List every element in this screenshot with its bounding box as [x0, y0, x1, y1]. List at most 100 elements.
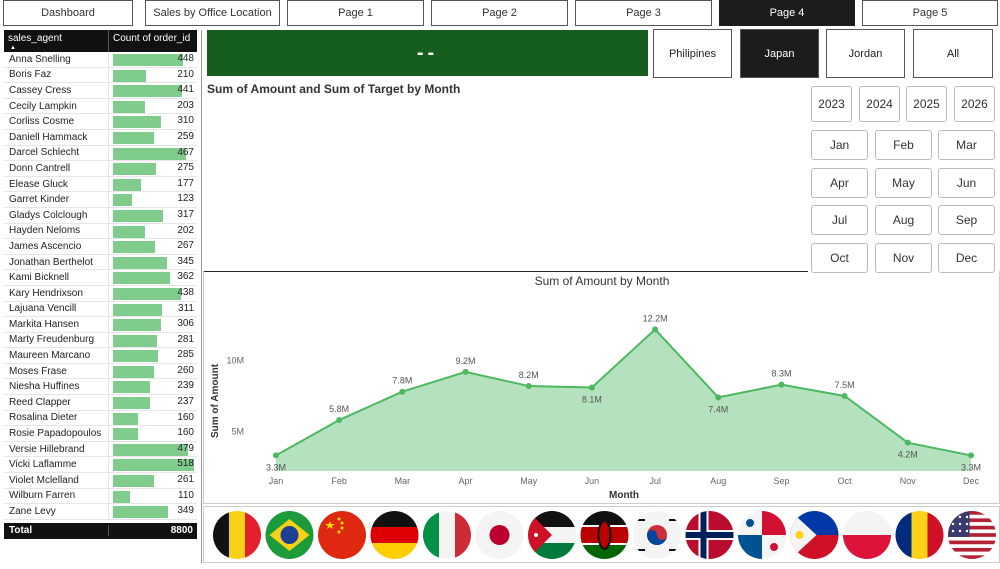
data-point-nov[interactable] — [904, 439, 911, 446]
table-row[interactable]: Donn Cantrell 275 — [4, 161, 197, 177]
nav-button-page-3[interactable]: Page 3 — [575, 0, 712, 26]
table-row[interactable]: Boris Faz 210 — [4, 67, 197, 84]
month-button-dec[interactable]: Dec — [938, 243, 995, 273]
column-header-count[interactable]: Count of order_id — [108, 30, 197, 52]
month-button-mar[interactable]: Mar — [938, 130, 995, 160]
data-label: 3.3M — [266, 462, 286, 472]
table-row[interactable]: Rosalina Dieter 160 — [4, 410, 197, 427]
data-point-apr[interactable] — [462, 368, 469, 375]
month-button-oct[interactable]: Oct — [811, 243, 868, 273]
y-tick-label: 5M — [231, 426, 244, 436]
table-row[interactable]: Anna Snelling 448 — [4, 52, 197, 68]
table-row[interactable]: Gladys Colclough 317 — [4, 207, 197, 224]
jordan-flag[interactable] — [528, 511, 576, 559]
country-button-japan[interactable]: Japan — [740, 29, 819, 78]
table-row[interactable]: Maureen Marcano 285 — [4, 348, 197, 364]
month-button-jun[interactable]: Jun — [938, 168, 995, 198]
philippines-flag[interactable] — [790, 511, 839, 559]
table-row[interactable]: Zane Levy 349 — [4, 504, 197, 520]
month-button-jul[interactable]: Jul — [811, 205, 868, 235]
year-button-2025[interactable]: 2025 — [906, 86, 947, 122]
data-point-jul[interactable] — [652, 326, 659, 333]
nav-button-page-2[interactable]: Page 2 — [431, 0, 568, 26]
nav-button-dashboard[interactable]: Dashboard — [3, 0, 133, 26]
data-point-aug[interactable] — [715, 394, 722, 401]
month-button-may[interactable]: May — [875, 168, 932, 198]
table-row[interactable]: Daniell Hammack 259 — [4, 129, 197, 146]
data-point-may[interactable] — [525, 383, 532, 390]
year-button-2024[interactable]: 2024 — [859, 86, 900, 122]
usa-flag[interactable] — [948, 511, 996, 559]
table-row[interactable]: Lajuana Vencill 311 — [4, 301, 197, 318]
order-count-cell: 259 — [108, 129, 197, 145]
table-row[interactable]: Hayden Neloms 202 — [4, 223, 197, 240]
column-header-sales-agent[interactable]: sales_agent ▲ — [4, 30, 108, 52]
table-row[interactable]: Kami Bicknell 362 — [4, 270, 197, 286]
order-count-cell: 160 — [108, 426, 197, 441]
table-row[interactable]: Marty Freudenburg 281 — [4, 332, 197, 349]
japan-flag[interactable] — [475, 511, 524, 559]
panama-flag[interactable] — [738, 511, 786, 559]
table-row[interactable]: Corliss Cosme 310 — [4, 114, 197, 130]
year-button-2023[interactable]: 2023 — [811, 86, 852, 122]
china-flag[interactable] — [318, 511, 366, 559]
data-point-feb[interactable] — [336, 417, 343, 424]
data-point-jun[interactable] — [588, 384, 595, 391]
table-row[interactable]: Kary Hendrixson 438 — [4, 285, 197, 302]
table-row[interactable]: Cassey Cress 441 — [4, 83, 197, 99]
data-point-jan[interactable] — [273, 452, 279, 459]
norway-flag[interactable] — [685, 511, 734, 559]
nav-button-sales-by-office-location[interactable]: Sales by Office Location — [145, 0, 280, 26]
italy-flag[interactable] — [423, 511, 471, 559]
table-row[interactable]: Versie Hillebrand 479 — [4, 441, 197, 458]
table-row[interactable]: Elease Gluck 177 — [4, 176, 197, 193]
month-button-aug[interactable]: Aug — [875, 205, 932, 235]
table-row[interactable]: Reed Clapper 237 — [4, 395, 197, 411]
romania-flag[interactable] — [895, 511, 944, 559]
data-point-sep[interactable] — [778, 381, 785, 388]
table-row[interactable]: Violet Mclelland 261 — [4, 473, 197, 489]
agent-name: Marty Freudenburg — [9, 334, 95, 346]
table-row[interactable]: Rosie Papadopoulos 160 — [4, 426, 197, 442]
country-button-philipines[interactable]: Philipines — [653, 29, 732, 78]
order-count-value: 261 — [177, 474, 194, 486]
table-row[interactable]: Niesha Huffines 239 — [4, 379, 197, 396]
table-row[interactable]: Markita Hansen 306 — [4, 317, 197, 333]
country-button-all[interactable]: All — [913, 29, 993, 78]
data-point-dec[interactable] — [968, 452, 974, 459]
table-row[interactable]: Jonathan Berthelot 345 — [4, 254, 197, 271]
month-button-feb[interactable]: Feb — [875, 130, 932, 160]
table-row[interactable]: Vicki Laflamme 518 — [4, 457, 197, 474]
data-bar — [113, 475, 154, 488]
nav-button-page-5[interactable]: Page 5 — [862, 0, 998, 26]
table-row[interactable]: James Ascencio 267 — [4, 239, 197, 255]
table-row[interactable]: Garret Kinder 123 — [4, 192, 197, 208]
south-korea-flag[interactable] — [633, 511, 681, 559]
nav-button-page-1[interactable]: Page 1 — [287, 0, 424, 26]
country-button-jordan[interactable]: Jordan — [826, 29, 905, 78]
belgium-flag[interactable] — [213, 511, 261, 559]
year-button-2026[interactable]: 2026 — [954, 86, 995, 122]
nav-button-page-4[interactable]: Page 4 — [719, 0, 855, 26]
kenya-flag[interactable] — [580, 511, 629, 559]
chart-title: Sum of Amount by Month — [535, 274, 670, 288]
amount-by-month-chart: Sum of Amount by Month 5M 10M Sum of Amount… — [203, 271, 1000, 504]
table-row[interactable]: Darcel Schlecht 467 — [4, 145, 197, 162]
month-button-jan[interactable]: Jan — [811, 130, 868, 160]
poland-flag[interactable] — [843, 511, 891, 559]
data-point-oct[interactable] — [841, 392, 848, 399]
table-row[interactable]: Wilburn Farren 110 — [4, 488, 197, 505]
germany-flag[interactable] — [370, 511, 419, 559]
order-count-value: 160 — [177, 411, 194, 423]
data-bar — [113, 116, 162, 129]
brazil-flag[interactable] — [265, 511, 314, 559]
month-button-sep[interactable]: Sep — [938, 205, 995, 235]
month-button-nov[interactable]: Nov — [875, 243, 932, 273]
order-count-value: 281 — [177, 333, 194, 345]
order-count-value: 518 — [177, 458, 194, 470]
data-point-mar[interactable] — [399, 388, 406, 395]
table-row[interactable]: Moses Frase 260 — [4, 363, 197, 380]
month-button-apr[interactable]: Apr — [811, 168, 868, 198]
table-row[interactable]: Cecily Lampkin 203 — [4, 98, 197, 115]
agent-name: Kary Hendrixson — [9, 287, 83, 299]
